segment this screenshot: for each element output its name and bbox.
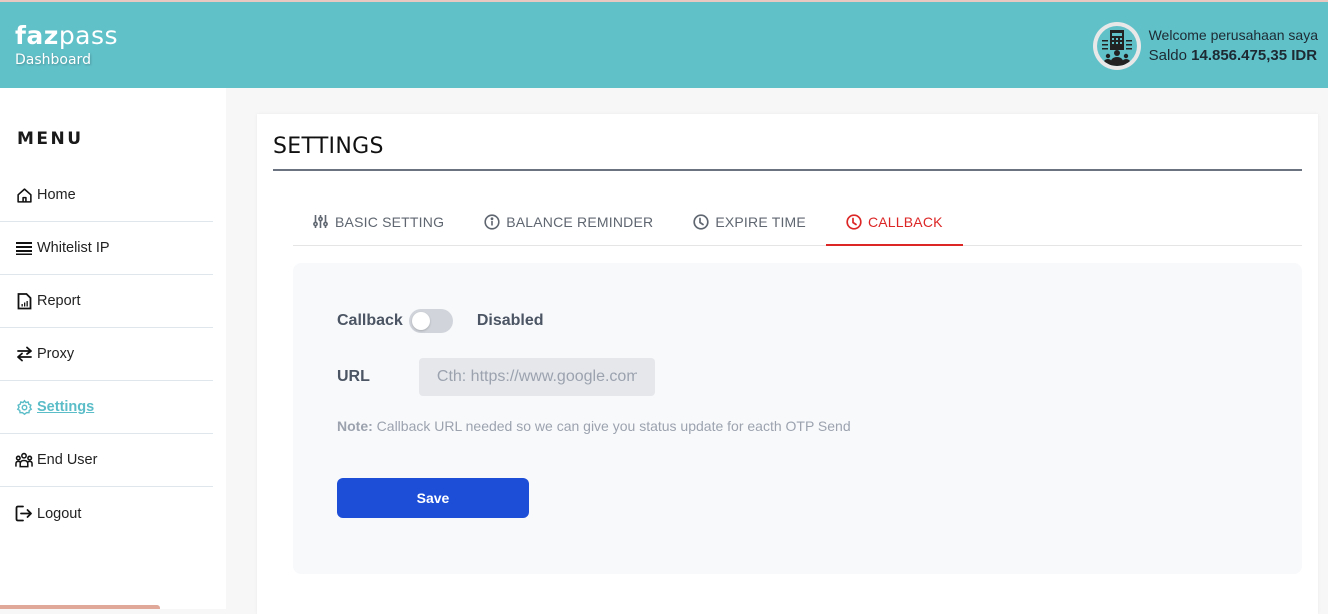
- tab-label: CALLBACK: [867, 213, 943, 230]
- brand[interactable]: fazpass Dashboard: [15, 21, 119, 69]
- info-icon: [484, 213, 500, 230]
- callback-toggle[interactable]: [408, 309, 453, 333]
- logo: fazpass: [15, 21, 119, 50]
- callback-label: Callback: [337, 312, 403, 329]
- swap-icon: [15, 345, 33, 363]
- sidebar-item-label: Whitelist IP: [37, 240, 110, 256]
- sidebar-bottom-bar: [0, 605, 160, 609]
- sliders-icon: [313, 214, 329, 230]
- save-button[interactable]: Save: [337, 478, 529, 518]
- balance-text: Saldo 14.856.475,35 IDR: [1148, 47, 1318, 64]
- sidebar-item-label: Report: [37, 293, 81, 309]
- balance-value: 14.856.475,35 IDR: [1191, 47, 1318, 64]
- gear-icon: [15, 398, 33, 416]
- sidebar-item-settings[interactable]: Settings: [0, 381, 213, 434]
- tab-basic-setting[interactable]: BASIC SETTING: [293, 198, 464, 245]
- sidebar-item-proxy[interactable]: Proxy: [0, 328, 213, 381]
- tab-expire-time[interactable]: EXPIRE TIME: [673, 198, 826, 245]
- toggle-knob: [411, 312, 430, 330]
- page-title: SETTINGS: [273, 134, 384, 159]
- user-info: Welcome perusahaan saya Saldo 14.856.475…: [1092, 22, 1318, 70]
- brand-subtitle: Dashboard: [15, 52, 91, 68]
- sidebar-item-label: End User: [37, 452, 98, 468]
- logout-icon: [15, 505, 33, 523]
- sidebar-item-home[interactable]: Home: [0, 169, 213, 222]
- tab-label: EXPIRE TIME: [715, 213, 806, 230]
- company-building-icon: [1096, 26, 1137, 66]
- tab-label: BASIC SETTING: [335, 213, 445, 230]
- title-divider: [273, 169, 1302, 171]
- url-row: URL: [337, 358, 655, 396]
- settings-card: SETTINGS BASIC SETTING BALANCE REMINDER …: [257, 114, 1318, 614]
- clock-icon: [693, 213, 709, 230]
- sidebar-item-label: Logout: [37, 505, 82, 522]
- welcome-text: Welcome perusahaan saya: [1148, 27, 1318, 43]
- clock-icon: [846, 213, 862, 230]
- avatar[interactable]: [1092, 22, 1141, 70]
- tab-label: BALANCE REMINDER: [506, 213, 654, 230]
- top-header: fazpass Dashboard Welcome perusahaan say…: [0, 0, 1328, 88]
- sidebar: MENU Home Whitelist IP Report Proxy Sett…: [0, 88, 226, 609]
- sidebar-item-end-user[interactable]: End User: [0, 434, 213, 487]
- url-label: URL: [337, 368, 370, 385]
- url-input[interactable]: [418, 358, 655, 396]
- home-icon: [15, 186, 33, 204]
- callback-note: Note: Callback URL needed so we can give…: [337, 418, 851, 434]
- sidebar-item-whitelist-ip[interactable]: Whitelist IP: [0, 222, 213, 275]
- sidebar-item-report[interactable]: Report: [0, 275, 213, 328]
- menu-title: MENU: [17, 129, 84, 149]
- tab-balance-reminder[interactable]: BALANCE REMINDER: [464, 198, 673, 245]
- sidebar-item-logout[interactable]: Logout: [0, 487, 213, 540]
- menu-list: Home Whitelist IP Report Proxy Settings …: [0, 169, 213, 540]
- settings-tabs: BASIC SETTING BALANCE REMINDER EXPIRE TI…: [293, 198, 1302, 246]
- callback-row: Callback Disabled: [337, 309, 544, 333]
- list-icon: [15, 239, 33, 257]
- sidebar-item-label: Proxy: [37, 346, 75, 362]
- sidebar-item-label: Settings: [37, 399, 95, 415]
- sidebar-item-label: Home: [37, 187, 76, 203]
- users-icon: [15, 451, 33, 469]
- tab-callback[interactable]: CALLBACK: [825, 198, 963, 246]
- callback-panel: Callback Disabled URL Note: Callback URL…: [293, 263, 1302, 574]
- report-icon: [15, 292, 33, 310]
- callback-status: Disabled: [476, 312, 544, 329]
